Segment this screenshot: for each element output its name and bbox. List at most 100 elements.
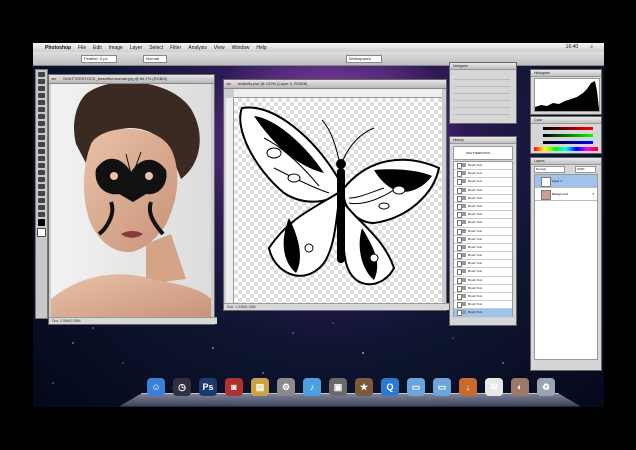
history-row[interactable]: Brush Tool xyxy=(454,211,512,220)
preview-icon[interactable]: ▤ xyxy=(251,378,269,396)
workspace-select[interactable]: Workspaces xyxy=(346,55,382,63)
brush-tool-icon[interactable] xyxy=(38,121,45,126)
blue-slider[interactable] xyxy=(543,141,593,144)
eraser-tool-icon[interactable] xyxy=(38,142,45,147)
healing-tool-icon[interactable] xyxy=(38,114,45,119)
pen-tool-icon[interactable] xyxy=(38,170,45,175)
blend-mode-select[interactable]: Normal xyxy=(534,166,565,173)
dodge-tool-icon[interactable] xyxy=(38,163,45,168)
style-select[interactable]: Normal xyxy=(143,55,167,63)
history-row[interactable]: Brush Tool xyxy=(454,268,512,277)
menu-item-filter[interactable]: Filter xyxy=(170,45,181,51)
imovie-icon[interactable]: ★ xyxy=(355,378,373,396)
history-row[interactable]: Brush Tool xyxy=(454,252,512,261)
background-color-icon[interactable] xyxy=(37,228,46,237)
spotlight-icon[interactable]: ⌕ xyxy=(590,44,593,50)
marquee-tool-icon[interactable] xyxy=(38,79,45,84)
menu-item-file[interactable]: File xyxy=(78,45,86,51)
color-spectrum[interactable] xyxy=(534,147,598,151)
color-panel-title[interactable]: Color xyxy=(531,117,601,124)
feather-field[interactable]: Feather: 0 px xyxy=(81,55,117,63)
history-row[interactable]: Brush Tool xyxy=(454,285,512,293)
history-row[interactable]: Brush Tool xyxy=(454,228,512,236)
crop-tool-icon[interactable] xyxy=(38,100,45,105)
menu-item-window[interactable]: Window xyxy=(232,45,250,51)
layers-list[interactable]: Layer 1 Background ▪ xyxy=(534,174,598,360)
image-stack-icon[interactable]: ◐ xyxy=(511,378,529,396)
horizontal-ruler[interactable] xyxy=(234,89,442,98)
history-row[interactable]: Brush Tool xyxy=(454,178,512,187)
3d-tool-icon[interactable] xyxy=(38,198,45,203)
layer-row[interactable]: Background ▪ xyxy=(535,188,597,201)
history-list[interactable]: Brush Tool Brush Tool Brush Tool Brush T… xyxy=(453,161,513,318)
transparent-canvas[interactable] xyxy=(234,98,442,303)
photo-booth-icon[interactable]: ◙ xyxy=(225,378,243,396)
vertical-ruler[interactable] xyxy=(226,98,234,303)
histogram-panel-title[interactable]: Histogram xyxy=(531,70,601,77)
history-row[interactable]: Brush Tool xyxy=(454,244,512,253)
menu-item-app[interactable]: Photoshop xyxy=(45,45,71,51)
history-snapshot[interactable]: SHUTTERSTOCK xyxy=(453,146,513,160)
eyedropper-tool-icon[interactable] xyxy=(38,107,45,112)
history-row[interactable]: Brush Tool xyxy=(454,236,512,244)
itunes-icon[interactable]: ♪ xyxy=(303,378,321,396)
history-row[interactable]: Brush Tool xyxy=(454,195,512,203)
layers-main-panel-title[interactable]: Layers xyxy=(531,158,601,165)
history-row-selected[interactable]: Brush Tool xyxy=(454,309,512,318)
menu-item-help[interactable]: Help xyxy=(256,45,266,51)
blur-tool-icon[interactable] xyxy=(38,156,45,161)
menu-item-analysis[interactable]: Analysis xyxy=(188,45,207,51)
hand-tool-icon[interactable] xyxy=(38,205,45,210)
history-row[interactable]: Brush Tool xyxy=(454,277,512,285)
move-tool-icon[interactable] xyxy=(38,72,45,77)
butterfly-document-window[interactable]: butterfly.psd @ 100% (Layer 0, RGB/8) xyxy=(223,79,449,311)
history-row[interactable]: Brush Tool xyxy=(454,293,512,302)
type-tool-icon[interactable] xyxy=(38,177,45,182)
iphoto-icon[interactable]: ▣ xyxy=(329,378,347,396)
history-row-label: Brush Tool xyxy=(468,277,483,282)
system-preferences-icon[interactable]: ⚙ xyxy=(277,378,295,396)
menu-item-layer[interactable]: Layer xyxy=(130,45,143,51)
stamp-tool-icon[interactable] xyxy=(38,128,45,133)
foreground-color-icon[interactable] xyxy=(38,219,45,226)
history-row[interactable]: Brush Tool xyxy=(454,301,512,310)
downloads-folder-icon[interactable]: ↓ xyxy=(459,378,477,396)
opacity-field[interactable]: 100% xyxy=(575,166,596,173)
history-row[interactable]: Brush Tool xyxy=(454,162,512,171)
butterfly-document-title[interactable]: butterfly.psd @ 100% (Layer 0, RGB/8) xyxy=(224,80,446,89)
menu-item-select[interactable]: Select xyxy=(149,45,163,51)
history-row[interactable]: Brush Tool xyxy=(454,219,512,228)
history-row[interactable]: Brush Tool xyxy=(454,170,512,179)
history-brush-tool-icon[interactable] xyxy=(38,135,45,140)
zoom-tool-icon[interactable] xyxy=(38,212,45,217)
red-slider[interactable] xyxy=(543,127,593,130)
menu-item-edit[interactable]: Edit xyxy=(93,45,102,51)
applications-folder-icon[interactable]: ▭ xyxy=(407,378,425,396)
history-row[interactable]: Brush Tool xyxy=(454,203,512,212)
navigator-panel-title[interactable]: Navigator xyxy=(450,63,516,70)
history-row-label: Brush Tool xyxy=(468,294,483,298)
layers-panel-title[interactable]: History xyxy=(450,137,516,144)
photoshop-icon[interactable]: Ps xyxy=(199,378,217,396)
quick-select-tool-icon[interactable] xyxy=(38,93,45,98)
documents-folder-icon[interactable]: ▭ xyxy=(433,378,451,396)
dashboard-icon[interactable]: ◷ xyxy=(173,378,191,396)
history-row[interactable]: Brush Tool xyxy=(454,187,512,195)
green-slider[interactable] xyxy=(543,134,593,137)
layer-row-selected[interactable]: Layer 1 xyxy=(535,175,597,188)
photo-document-window[interactable]: SHUTTERSTOCK_beautiful-woman.jpg @ 66.7%… xyxy=(48,74,217,325)
history-row[interactable]: Brush Tool xyxy=(454,260,512,269)
gradient-tool-icon[interactable] xyxy=(38,149,45,154)
shape-tool-icon[interactable] xyxy=(38,191,45,196)
path-select-tool-icon[interactable] xyxy=(38,184,45,189)
lasso-tool-icon[interactable] xyxy=(38,86,45,91)
finder-icon[interactable]: ☺ xyxy=(147,378,165,396)
navigator-controls[interactable] xyxy=(454,73,510,117)
menu-item-image[interactable]: Image xyxy=(109,45,123,51)
clock[interactable]: 16:40 xyxy=(566,44,579,50)
quicktime-icon[interactable]: Q xyxy=(381,378,399,396)
trash-icon[interactable]: ♻ xyxy=(537,378,555,396)
photo-document-title[interactable]: SHUTTERSTOCK_beautiful-woman.jpg @ 66.7%… xyxy=(49,75,214,84)
menu-item-view[interactable]: View xyxy=(214,45,225,51)
mail-icon[interactable]: ✉ xyxy=(485,378,503,396)
